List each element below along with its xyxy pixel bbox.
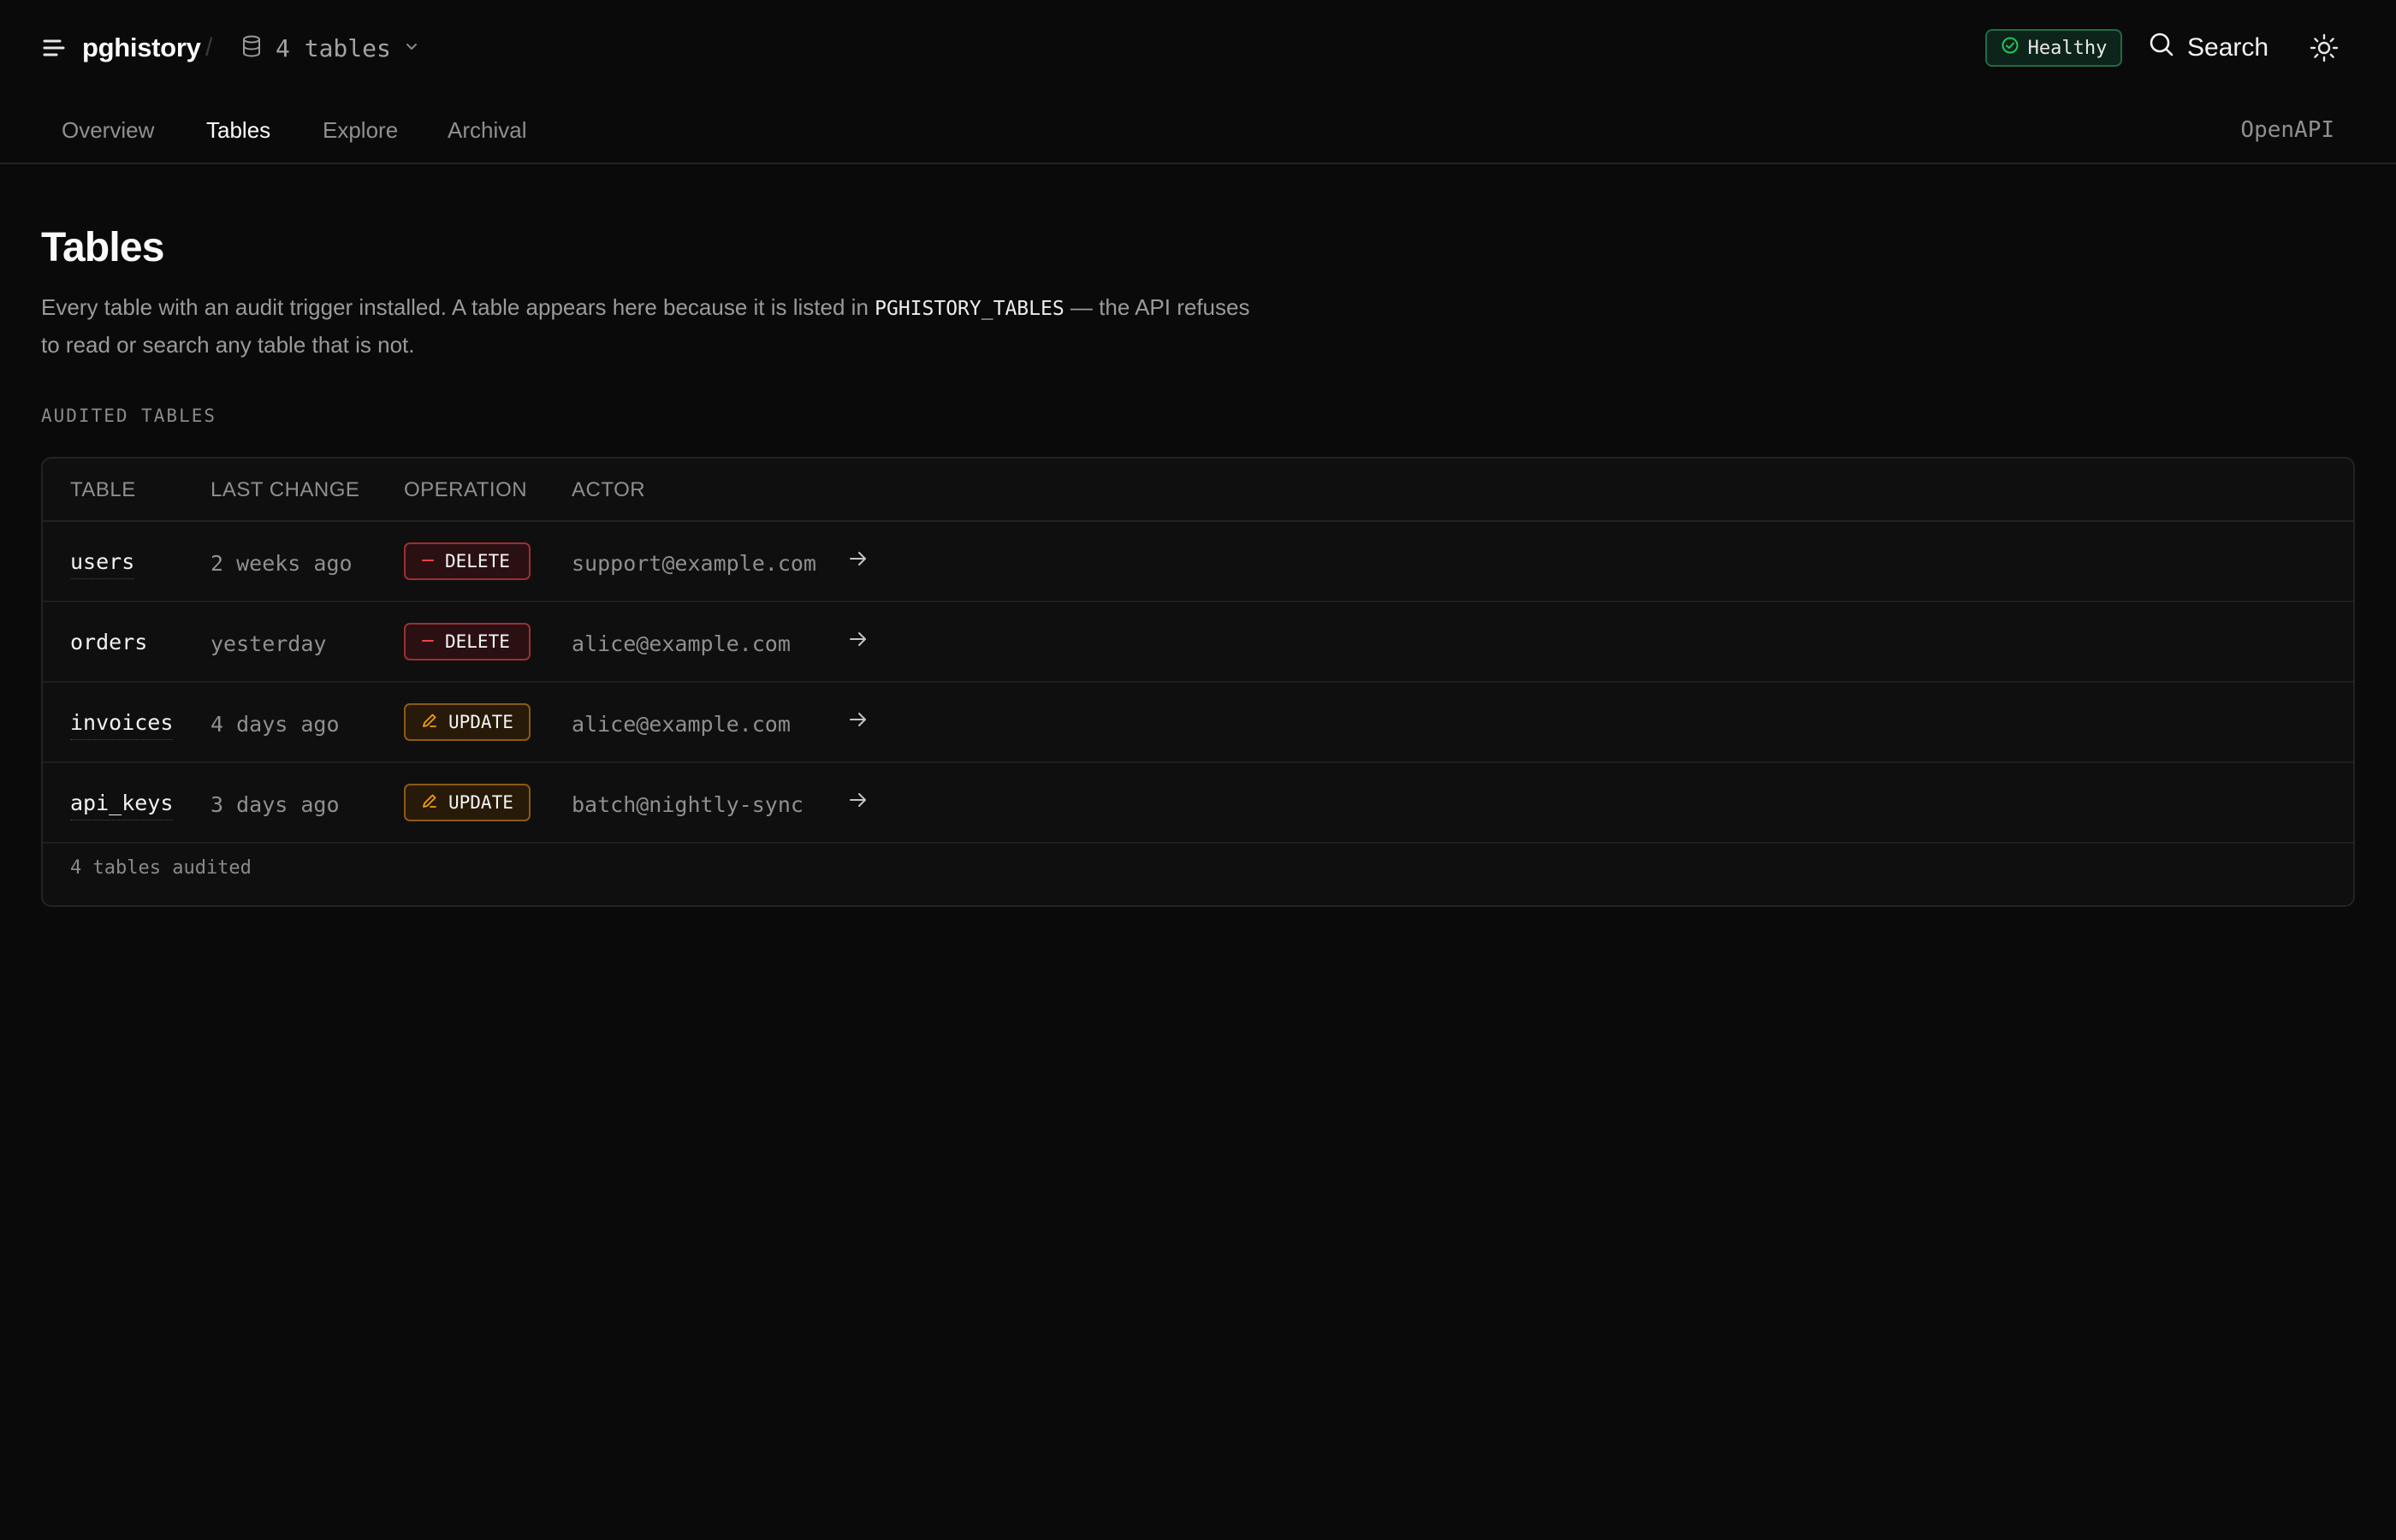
operation-badge: DELETE <box>404 623 531 660</box>
actor: alice@example.com <box>572 712 791 737</box>
menu-icon[interactable] <box>41 34 68 62</box>
top-bar: pghistory / 4 tables Healthy Search <box>0 0 2396 96</box>
actor: batch@nightly-sync <box>572 792 804 817</box>
health-badge[interactable]: Healthy <box>1985 29 2122 67</box>
tab-explore[interactable]: Explore <box>323 113 398 147</box>
table-name[interactable]: orders <box>70 630 147 659</box>
table-row[interactable]: api_keys 3 days ago UPDATE batch@nightly… <box>43 763 2353 844</box>
last-change: 3 days ago <box>211 792 340 817</box>
search-button[interactable]: Search <box>2148 26 2268 70</box>
pencil-icon <box>421 712 438 733</box>
arrow-right-icon[interactable] <box>847 628 869 650</box>
database-icon <box>240 34 264 62</box>
section-label: AUDITED TABLES <box>41 406 217 426</box>
search-icon <box>2148 31 2175 65</box>
table-selector-label: 4 tables <box>276 33 391 62</box>
tab-archival[interactable]: Archival <box>448 113 526 147</box>
actor: support@example.com <box>572 551 816 576</box>
page-title: Tables <box>41 225 165 270</box>
chevron-down-icon <box>403 38 420 59</box>
table-row[interactable]: users 2 weeks ago DELETE support@example… <box>43 522 2353 602</box>
table-row[interactable]: invoices 4 days ago UPDATE alice@example… <box>43 683 2353 763</box>
last-change: 4 days ago <box>211 712 340 737</box>
operation-label: DELETE <box>445 631 510 652</box>
openapi-link[interactable]: OpenAPI <box>2240 113 2334 147</box>
column-header-operation: OPERATION <box>404 478 528 501</box>
column-header-actor: ACTOR <box>572 478 646 501</box>
arrow-right-icon[interactable] <box>847 789 869 811</box>
last-change: yesterday <box>211 631 327 656</box>
table-count-footer: 4 tables audited <box>70 857 252 879</box>
operation-label: UPDATE <box>448 792 513 813</box>
health-status: Healthy <box>2027 37 2108 59</box>
table-selector[interactable]: 4 tables <box>240 26 420 70</box>
arrow-right-icon[interactable] <box>847 708 869 731</box>
operation-label: UPDATE <box>448 712 513 732</box>
actor: alice@example.com <box>572 631 791 656</box>
page-description: Every table with an audit trigger instal… <box>41 289 1256 363</box>
minus-icon <box>421 631 435 652</box>
last-change: 2 weeks ago <box>211 551 353 576</box>
search-label: Search <box>2187 33 2269 62</box>
table-name[interactable]: users <box>70 549 135 579</box>
operation-badge: DELETE <box>404 542 531 580</box>
sun-icon[interactable] <box>2307 31 2341 65</box>
description-text: Every table with an audit trigger instal… <box>41 294 875 320</box>
table-name[interactable]: api_keys <box>70 791 174 820</box>
audited-tables-card: TABLE LAST CHANGE OPERATION ACTOR users … <box>41 457 2355 907</box>
column-header-last-change: LAST CHANGE <box>211 478 360 501</box>
arrow-right-icon[interactable] <box>847 548 869 570</box>
check-circle-icon <box>2001 36 2019 60</box>
operation-badge: UPDATE <box>404 703 531 741</box>
table-name[interactable]: invoices <box>70 710 174 740</box>
nav-tabs: Overview Tables Explore Archival OpenAPI <box>0 96 2396 164</box>
tab-tables[interactable]: Tables <box>206 113 270 147</box>
column-header-table: TABLE <box>70 478 136 501</box>
app-name[interactable]: pghistory <box>82 29 201 67</box>
tab-overview[interactable]: Overview <box>62 113 154 147</box>
table-header: TABLE LAST CHANGE OPERATION ACTOR <box>43 459 2353 522</box>
pencil-icon <box>421 792 438 814</box>
description-code: PGHISTORY_TABLES <box>875 298 1065 320</box>
minus-icon <box>421 551 435 572</box>
separator: / <box>205 33 213 62</box>
operation-label: DELETE <box>445 551 510 572</box>
operation-badge: UPDATE <box>404 784 531 821</box>
table-row[interactable]: orders yesterday DELETE alice@example.co… <box>43 602 2353 683</box>
